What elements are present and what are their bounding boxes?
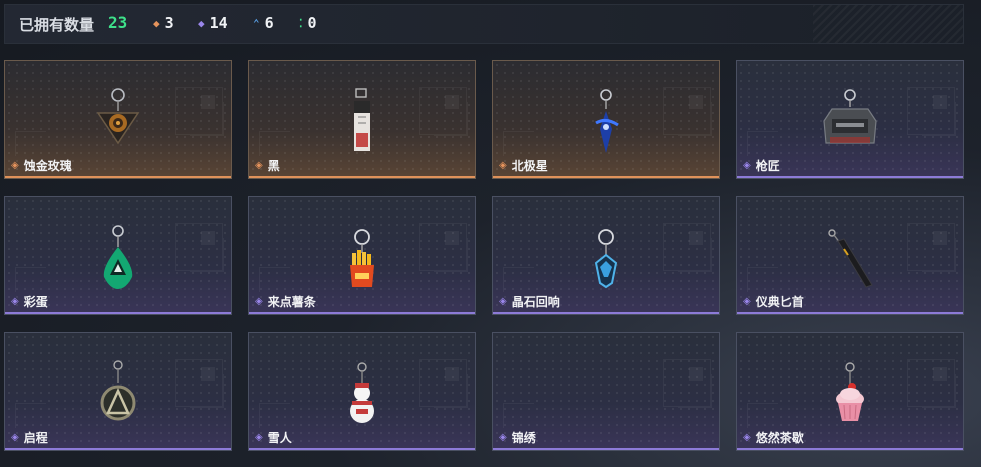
ceremonial-dagger-charm-icon [828, 229, 873, 288]
charm-name: 来点薯条 [267, 295, 316, 309]
owned-count-label: 已拥有数量 [19, 16, 95, 34]
purple-rarity-icon: ◈ [743, 431, 751, 443]
charm-name: 蚀金玫瑰 [23, 159, 72, 173]
gold-rarity-count: ◆ 3 [153, 14, 174, 32]
blue-chevron-icon: ⌃ [253, 16, 260, 30]
charm-card[interactable]: ◈ 枪匠 [736, 60, 964, 179]
snowman-charm-icon [350, 362, 374, 423]
blue-rarity-count: ⌃ 6 [253, 14, 274, 32]
charm-card[interactable]: ◈ 雪人 [248, 332, 476, 451]
purple-rarity-icon: ◈ [499, 431, 507, 443]
charm-name: 悠然茶歇 [755, 431, 804, 445]
gold-rarity-icon: ◈ [499, 159, 507, 171]
charm-name: 枪匠 [755, 159, 780, 173]
charm-card[interactable]: ◈ 晶石回响 [492, 196, 720, 315]
charm-name: 彩蛋 [23, 295, 48, 309]
purple-rarity-icon: ◈ [255, 431, 263, 443]
gold-diamond-icon: ◆ [153, 16, 160, 30]
purple-rarity-icon: ◈ [743, 295, 751, 307]
charm-card[interactable]: ◈ 黑 [248, 60, 476, 179]
purple-rarity-count: ◆ 14 [198, 14, 228, 32]
charm-name: 仪典匕首 [755, 295, 804, 309]
departure-medal-charm-icon [100, 360, 136, 421]
polaris-charm-icon [595, 89, 619, 153]
purple-rarity-icon: ◈ [255, 295, 263, 307]
rose-charm-icon [96, 88, 140, 145]
charm-card[interactable]: ◈ 北极星 [492, 60, 720, 179]
purple-rarity-icon: ◈ [11, 431, 19, 443]
charm-card[interactable]: ◈ 彩蛋 [4, 196, 232, 315]
charm-card[interactable]: ◈ 仪典匕首 [736, 196, 964, 315]
charm-card[interactable]: ◈ 来点薯条 [248, 196, 476, 315]
green-rarity-count: ⁚ 0 [299, 14, 317, 32]
purple-rarity-icon: ◈ [11, 295, 19, 307]
charm-name: 锦绣 [511, 431, 536, 445]
charm-name: 北极星 [511, 159, 548, 173]
charm-card[interactable]: ◈ 悠然茶歇 [736, 332, 964, 451]
gold-rarity-icon: ◈ [11, 159, 19, 171]
fries-charm-icon [350, 229, 374, 287]
charm-name: 启程 [23, 431, 48, 445]
gunsmith-helmet-charm-icon [823, 89, 877, 144]
owned-count-bar: 已拥有数量 23 ◆ 3 ◆ 14 ⌃ 6 ⁚ 0 [4, 4, 964, 44]
charm-name: 晶石回响 [511, 295, 560, 309]
charm-card[interactable]: ◈ 锦绣 [492, 332, 720, 451]
easter-egg-charm-icon [103, 225, 133, 289]
black-tag-charm-icon [354, 88, 370, 151]
charm-card[interactable]: ◈ 启程 [4, 332, 232, 451]
charm-name: 黑 [267, 159, 280, 173]
charm-name: 雪人 [267, 431, 292, 445]
gold-rarity-icon: ◈ [255, 159, 263, 171]
charm-card[interactable]: ◈ 蚀金玫瑰 [4, 60, 232, 179]
crystal-echo-charm-icon [594, 229, 618, 289]
purple-rarity-icon: ◈ [743, 159, 751, 171]
purple-rarity-icon: ◈ [499, 295, 507, 307]
owned-total-count: 23 [108, 13, 128, 32]
cupcake-charm-icon [836, 362, 864, 421]
green-dots-icon: ⁚ [299, 16, 303, 30]
purple-diamond-icon: ◆ [198, 16, 205, 30]
